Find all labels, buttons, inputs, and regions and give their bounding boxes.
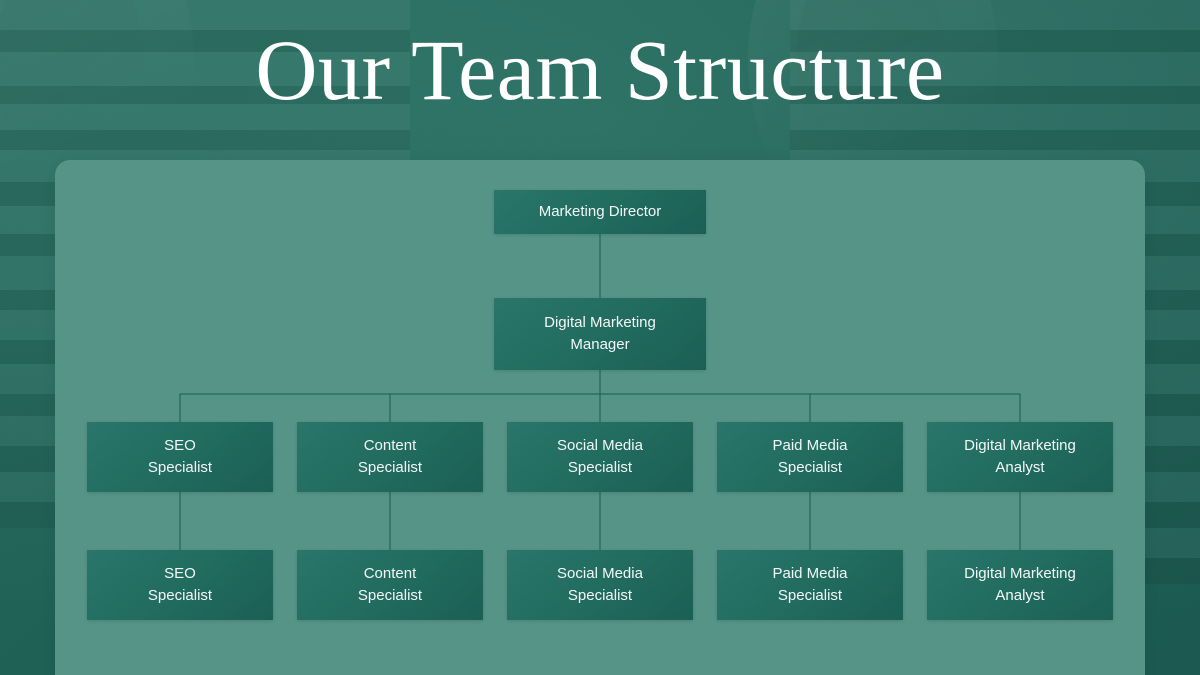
org-node-digital-marketing-analyst-l3[interactable]: Digital Marketing Analyst: [927, 422, 1113, 492]
slide-canvas: Our Team Structure Marketing Director Di…: [0, 0, 1200, 675]
org-node-paid-media-specialist-l4[interactable]: Paid Media Specialist: [717, 550, 903, 620]
org-node-label-line1: Digital Marketing: [964, 564, 1076, 582]
org-node-label-line2: Specialist: [147, 587, 213, 604]
org-node-label: Marketing Director: [538, 202, 662, 220]
org-node-paid-media-specialist-l3[interactable]: Paid Media Specialist: [717, 422, 903, 492]
org-node-label-line2: Specialist: [567, 459, 633, 476]
org-chart-card: Marketing Director Digital Marketing Man…: [55, 160, 1145, 675]
org-node-label-line1: Digital Marketing: [544, 313, 656, 331]
org-node-label-line2: Specialist: [777, 587, 843, 604]
org-node-label-line1: Paid Media: [772, 564, 848, 582]
org-node-content-specialist-l4[interactable]: Content Specialist: [297, 550, 483, 620]
org-node-label-line1: Social Media: [557, 436, 643, 454]
org-node-content-specialist-l3[interactable]: Content Specialist: [297, 422, 483, 492]
org-node-social-media-specialist-l3[interactable]: Social Media Specialist: [507, 422, 693, 492]
page-title: Our Team Structure: [255, 22, 945, 118]
org-node-label-line2: Specialist: [567, 587, 633, 604]
org-node-label-line1: Content: [363, 564, 417, 582]
org-node-label-line2: Specialist: [357, 587, 423, 604]
org-node-label-line1: Paid Media: [772, 436, 848, 454]
org-node-label-line2: Specialist: [357, 459, 423, 476]
org-node-digital-marketing-manager[interactable]: Digital Marketing Manager: [494, 298, 706, 370]
org-node-label-line1: SEO: [164, 564, 196, 582]
org-node-label-line2: Specialist: [147, 459, 213, 476]
org-node-digital-marketing-analyst-l4[interactable]: Digital Marketing Analyst: [927, 550, 1113, 620]
org-node-label-line1: Digital Marketing: [964, 436, 1076, 454]
org-node-label-line2: Specialist: [777, 459, 843, 476]
org-node-label-line1: SEO: [164, 436, 196, 454]
org-chart: Marketing Director Digital Marketing Man…: [55, 160, 1145, 675]
org-node-social-media-specialist-l4[interactable]: Social Media Specialist: [507, 550, 693, 620]
org-node-seo-specialist-l3[interactable]: SEO Specialist: [87, 422, 273, 492]
org-node-seo-specialist-l4[interactable]: SEO Specialist: [87, 550, 273, 620]
org-node-label-line1: Content: [363, 436, 417, 454]
org-node-label-line1: Social Media: [557, 564, 643, 582]
org-node-marketing-director[interactable]: Marketing Director: [494, 190, 706, 234]
org-node-label-line2: Analyst: [995, 587, 1045, 604]
org-node-label-line2: Manager: [570, 336, 630, 353]
org-node-label-line2: Analyst: [995, 459, 1045, 476]
